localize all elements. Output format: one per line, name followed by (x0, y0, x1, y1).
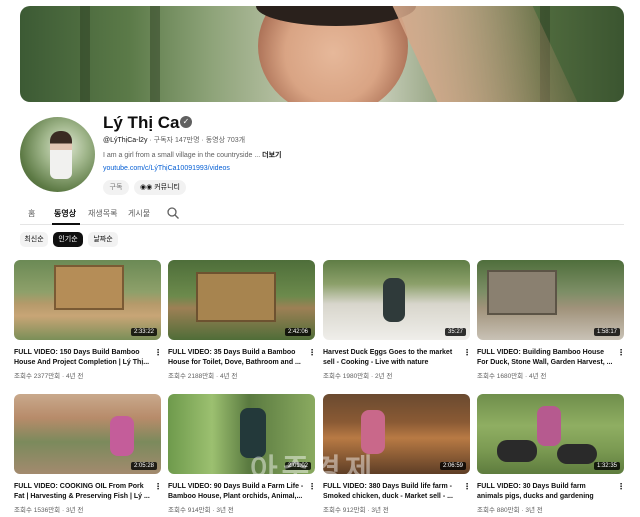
video-title[interactable]: FULL VIDEO: 35 Days Build a Bamboo House… (168, 348, 304, 368)
video-meta: 조회수 2188만회 · 4년 전 (168, 373, 238, 380)
video-duration: 2:05:28 (130, 462, 157, 470)
bamboo-house (54, 265, 124, 310)
video-meta: 조회수 880만회 · 3년 전 (477, 507, 543, 514)
video-title[interactable]: FULL VIDEO: 150 Days Build Bamboo House … (14, 348, 150, 368)
more-vert-icon[interactable]: ⋮ (154, 348, 162, 357)
chip-popular[interactable]: 인기순 (53, 232, 83, 247)
channel-link[interactable]: youtube.com/c/LýThịCa10091993/videos (103, 165, 230, 172)
channel-name: Lý Thị Ca (103, 113, 180, 132)
more-vert-icon[interactable]: ⋮ (617, 482, 625, 491)
video-thumbnail[interactable]: 2:42:06 (168, 260, 315, 340)
video-duration: 35:27 (444, 328, 466, 336)
more-vert-icon[interactable]: ⋮ (617, 348, 625, 357)
more-vert-icon[interactable]: ⋮ (308, 348, 316, 357)
banner-tree (80, 6, 90, 102)
community-button[interactable]: ◉◉ 커뮤니티 (134, 180, 186, 195)
channel-banner (20, 6, 624, 102)
stone-house (487, 270, 557, 315)
video-duration: 2:42:06 (284, 328, 311, 336)
verified-check-icon: ✓ (180, 116, 192, 128)
chip-date[interactable]: 날짜순 (88, 232, 118, 247)
more-vert-icon[interactable]: ⋮ (463, 482, 471, 491)
tab-home[interactable]: 홈 (28, 208, 35, 219)
video-title[interactable]: FULL VIDEO: Building Bamboo House For Du… (477, 348, 613, 368)
person-figure (383, 278, 405, 322)
community-label: 커뮤니티 (154, 184, 180, 191)
person-figure (110, 416, 134, 456)
channel-meta: @LýThịCa-l2y · 구독자 147만명 · 동영상 703개 (103, 135, 245, 145)
bamboo-house (196, 272, 276, 322)
search-icon[interactable] (166, 205, 180, 221)
tab-videos[interactable]: 동영상 (54, 208, 76, 219)
video-meta: 조회수 2377만회 · 4년 전 (14, 373, 84, 380)
video-thumbnail[interactable]: 35:27 (323, 260, 470, 340)
video-thumbnail[interactable]: 2:33:22 (14, 260, 161, 340)
video-duration: 2:33:22 (130, 328, 157, 336)
watermark: 아주경제 (250, 454, 377, 487)
video-thumbnail[interactable]: 2:05:28 (14, 394, 161, 474)
video-meta: 조회수 1680만회 · 4년 전 (477, 373, 547, 380)
video-thumbnail[interactable]: 1:32:35 (477, 394, 624, 474)
tab-posts[interactable]: 게시물 (128, 208, 150, 219)
video-duration: 1:32:35 (593, 462, 620, 470)
avatar-figure (50, 131, 72, 179)
video-meta: 조회수 912만회 · 3년 전 (323, 507, 389, 514)
description-text: I am a girl from a small village in the … (103, 152, 261, 159)
video-meta: 조회수 1536만회 · 3년 전 (14, 507, 84, 514)
pig-figure (557, 444, 597, 464)
more-vert-icon[interactable]: ⋮ (463, 348, 471, 357)
channel-handle: @LýThịCa-l2y (103, 137, 148, 144)
video-title[interactable]: Harvest Duck Eggs Goes to the market sel… (323, 348, 459, 368)
chip-latest[interactable]: 최신순 (20, 232, 48, 247)
video-meta: 조회수 1980만회 · 2년 전 (323, 373, 393, 380)
active-tab-indicator (52, 223, 80, 225)
banner-tree (150, 6, 160, 102)
subscribe-button[interactable]: 구독 (103, 180, 129, 195)
video-title[interactable]: FULL VIDEO: 30 Days Build farm animals p… (477, 482, 613, 502)
pig-figure (497, 440, 537, 462)
channel-stats: · 구독자 147만명 · 동영상 703개 (149, 137, 246, 144)
person-figure (537, 406, 561, 446)
more-link[interactable]: 더보기 (262, 152, 281, 159)
video-meta: 조회수 914만회 · 3년 전 (168, 507, 234, 514)
tab-playlists[interactable]: 재생목록 (88, 208, 117, 219)
community-icon: ◉◉ (140, 184, 153, 191)
video-duration: 1:58:17 (593, 328, 620, 336)
more-vert-icon[interactable]: ⋮ (154, 482, 162, 491)
video-thumbnail[interactable]: 1:58:17 (477, 260, 624, 340)
video-duration: 2:06:59 (439, 462, 466, 470)
channel-avatar[interactable] (20, 117, 95, 192)
channel-tabs: 홈 동영상 재생목록 게시물 (20, 205, 624, 225)
video-title[interactable]: FULL VIDEO: COOKING OIL From Pork Fat | … (14, 482, 150, 502)
channel-description[interactable]: I am a girl from a small village in the … (103, 150, 281, 160)
